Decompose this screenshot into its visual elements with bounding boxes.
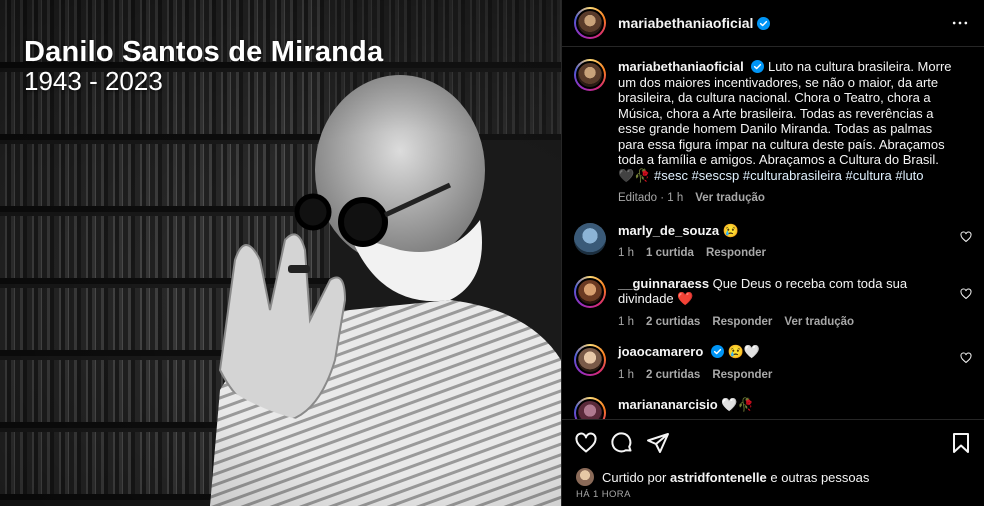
comment-username[interactable]: mariananarcisio [618, 397, 718, 412]
comment-likes[interactable]: 2 curtidas [646, 315, 700, 331]
comment-username[interactable]: joaocamarero [618, 344, 703, 359]
verified-badge-icon [751, 60, 765, 73]
like-heart-icon[interactable] [574, 431, 598, 455]
comment-text: 😢🤍 [727, 344, 760, 359]
comment-item: mariananarcisio 🤍🥀 [574, 397, 972, 419]
comment-time: 1 h [618, 247, 634, 259]
caption-avatar[interactable] [574, 59, 606, 91]
verified-badge-icon [757, 16, 771, 30]
reply-link[interactable]: Responder [712, 315, 772, 331]
liked-by-user[interactable]: astridfontenelle [670, 470, 767, 485]
photo-title: Danilo Santos de Miranda [24, 36, 384, 68]
comment-text: 🤍🥀 [721, 397, 754, 412]
reply-link[interactable]: Responder [706, 246, 766, 262]
edited-label: Editado [618, 192, 658, 204]
liker-avatar[interactable] [576, 468, 594, 486]
like-comment-heart-icon[interactable] [960, 352, 972, 364]
comment-avatar[interactable] [574, 222, 606, 255]
caption-time: 1 h [667, 192, 684, 204]
post-actions-bar [562, 419, 984, 465]
liked-by: Curtido por astridfontenelle e outras pe… [576, 468, 869, 486]
share-paper-plane-icon[interactable] [646, 431, 670, 455]
comment-time: 1 h [618, 368, 634, 381]
comment-avatar[interactable] [574, 397, 606, 419]
comment-time: 1 h [618, 315, 634, 328]
comments-list[interactable]: mariabethaniaoficial Luto na cultura bra… [562, 47, 984, 419]
comment-meta: 1 h 1 curtida Responder [618, 246, 952, 262]
caption-hashtags[interactable]: #sesc #sescsp #culturabrasileira #cultur… [654, 168, 924, 183]
more-options-icon[interactable] [948, 11, 972, 35]
caption-username[interactable]: mariabethaniaoficial [618, 59, 744, 74]
comment-item: joaocamarero 😢🤍 1 h 2 curtidas Responder [574, 344, 972, 383]
comment-item: __guinnaraess Que Deus o receba com toda… [574, 275, 972, 331]
comment-avatar[interactable] [574, 344, 606, 376]
photo-years: 1943 - 2023 [24, 66, 163, 96]
comment-likes[interactable]: 1 curtida [646, 246, 694, 262]
comment-item: marly_de_souza 😢 1 h 1 curtida Responder [574, 222, 972, 262]
comment-username[interactable]: marly_de_souza [618, 223, 719, 238]
comment-username[interactable]: __guinnaraess [618, 276, 709, 291]
liked-by-suffix[interactable]: e outras pessoas [770, 470, 869, 485]
post-caption: mariabethaniaoficial Luto na cultura bra… [574, 59, 972, 207]
comment-bubble-icon[interactable] [610, 431, 634, 455]
post-timestamp[interactable]: HÁ 1 HORA [576, 489, 631, 500]
liked-by-prefix: Curtido por [602, 469, 667, 485]
comment-meta: 1 h 2 curtidas Responder Ver tradução [618, 315, 952, 331]
comment-text: 😢 [722, 222, 739, 238]
caption-meta: Editado · 1 h Ver tradução [618, 191, 952, 207]
comment-avatar[interactable] [574, 275, 606, 308]
post-details-panel: mariabethaniaoficial mariabethaniaoficia… [561, 0, 984, 506]
comment-meta: 1 h 2 curtidas Responder [618, 368, 952, 384]
verified-badge-icon [710, 345, 724, 358]
save-bookmark-icon[interactable] [949, 431, 973, 455]
reply-link[interactable]: Responder [712, 368, 772, 384]
like-comment-heart-icon[interactable] [960, 230, 972, 243]
author-avatar[interactable] [574, 7, 606, 39]
translate-link[interactable]: Ver tradução [784, 315, 854, 331]
post-photo[interactable]: Danilo Santos de Miranda 1943 - 2023 [0, 0, 561, 506]
comment-likes[interactable]: 2 curtidas [646, 368, 700, 384]
like-comment-heart-icon[interactable] [960, 287, 972, 300]
author-username[interactable]: mariabethaniaoficial [618, 15, 753, 31]
caption-text: Luto na cultura brasileira. Morre um dos… [618, 59, 952, 183]
post-header: mariabethaniaoficial [562, 0, 984, 47]
translate-link[interactable]: Ver tradução [695, 191, 765, 207]
